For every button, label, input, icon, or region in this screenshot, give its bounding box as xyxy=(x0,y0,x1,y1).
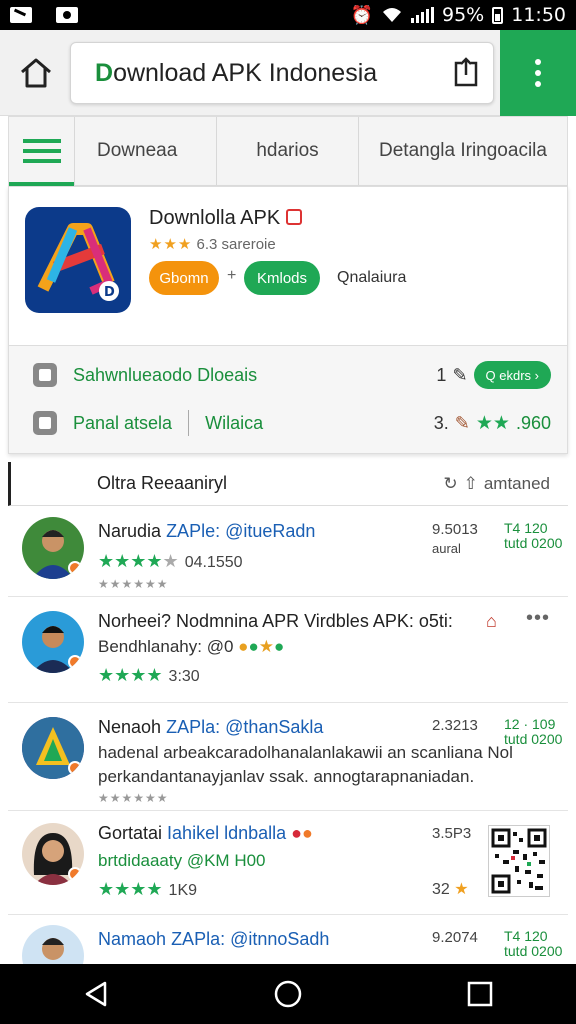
status-bar: ⏰ 95% 11:50 xyxy=(0,0,576,30)
review-handle: Bendhlanahy: @0 ●●★● xyxy=(98,637,285,656)
review-date: 9.2074 xyxy=(432,929,478,946)
avatar xyxy=(22,517,84,579)
sort-button[interactable]: ↻ ⇧ amtaned xyxy=(443,474,550,494)
info-count: 3. xyxy=(433,412,449,433)
address-bar[interactable]: Download APK Indonesia xyxy=(70,42,494,104)
system-navigation-bar xyxy=(0,964,576,1024)
app-card: D Downlolla APK ★★★ 6.3 sareroie Gbomn +… xyxy=(8,186,568,454)
home-icon[interactable] xyxy=(18,56,54,90)
info-row: Sahwnlueaodo Dloeais 1 ✎ Q ekdrs › xyxy=(33,357,551,393)
info-sublabel[interactable]: Wilaica xyxy=(205,413,263,434)
info-count: 1 xyxy=(436,364,447,385)
url-text: Download APK Indonesia xyxy=(95,58,378,87)
verified-badge-icon xyxy=(286,209,303,225)
tab-menu[interactable] xyxy=(9,117,75,186)
svg-text:D: D xyxy=(104,285,115,300)
reviews-header: Oltra Reeaaniryl ↻ ⇧ amtaned xyxy=(8,462,568,506)
share-icon[interactable] xyxy=(453,57,479,87)
review-stars-small: ★★★★★★ xyxy=(98,577,169,591)
review-stars-small: ★★★★★★ xyxy=(98,791,169,805)
review-badge: T4 120 tutd 0200 xyxy=(504,520,563,552)
avatar xyxy=(22,925,84,964)
review-count: 32 ★ xyxy=(432,881,469,898)
refresh-icon: ↻ xyxy=(443,473,458,493)
avatar xyxy=(22,611,84,673)
review-item[interactable]: Narudia ZAPle: @itueRadn ★★★★★ 04.1550 ★★… xyxy=(8,507,568,597)
battery-icon xyxy=(492,6,504,24)
app-extra-label: Qnalaiura xyxy=(337,269,407,286)
review-stars: ★★★★★ 04.1550 xyxy=(98,551,243,571)
review-author: Gortatai Iahikel ldnballa ●● xyxy=(98,823,313,843)
app-rating: ★★★ 6.3 sareroie xyxy=(149,236,276,253)
gift-icon[interactable]: ⌂ xyxy=(486,611,497,632)
back-icon[interactable] xyxy=(81,979,111,1009)
review-text: hadenal arbeakcaradolhanalanlakawii an s… xyxy=(98,743,513,762)
plus-sign: + xyxy=(227,267,237,284)
download-button[interactable]: Kmlods xyxy=(244,261,320,295)
app-title: Downlolla APK xyxy=(149,207,303,230)
review-text: perkandantanayjanlav ssak. annogtarapnan… xyxy=(98,767,475,786)
review-badge: 12 · 109 tutd 0200 xyxy=(504,716,563,748)
alarm-icon: ⏰ xyxy=(350,4,373,26)
signal-icon xyxy=(411,7,434,23)
review-author: Norheei? Nodmnina APR Virdbles APK: o5ti… xyxy=(98,611,453,631)
browser-toolbar: Download APK Indonesia xyxy=(0,30,576,116)
review-item[interactable]: Nenaoh ZAPla: @thanSakla hadenal arbeakc… xyxy=(8,703,568,811)
qr-code-icon[interactable] xyxy=(488,825,550,897)
home-circle-icon[interactable] xyxy=(273,979,303,1009)
clock: 11:50 xyxy=(511,4,566,26)
review-author: Namaoh ZAPla: @itnnoSadh xyxy=(98,929,330,949)
tab-downloads[interactable]: Downeaa xyxy=(75,117,217,185)
action-button-primary[interactable]: Gbomn xyxy=(149,261,219,295)
image-icon xyxy=(56,7,78,23)
app-logo-icon[interactable]: D xyxy=(25,207,131,313)
review-stars: ★★★★ 1K9 xyxy=(98,879,198,899)
info-label[interactable]: Sahwnlueaodo Dloeais xyxy=(73,365,257,386)
info-action-button[interactable]: Q ekdrs › xyxy=(473,361,551,389)
menu-icon xyxy=(22,139,61,163)
review-stars: ★★★★ 3:30 xyxy=(98,665,200,685)
info-label[interactable]: Panal atsela xyxy=(73,413,172,434)
pin-icon: ✎ xyxy=(454,412,470,433)
avatar xyxy=(22,717,84,779)
review-badge: T4 120 tutd 0200 xyxy=(504,928,563,960)
tab-bar: Downeaa hdarios Detangla Iringoacila xyxy=(8,116,568,186)
avatar xyxy=(22,823,84,885)
reviews-title: Oltra Reeaaniryl xyxy=(97,473,228,493)
notification-icon xyxy=(10,7,32,23)
tab-categories[interactable]: hdarios xyxy=(217,117,359,185)
rating-stars-icon: ★★ xyxy=(475,412,510,434)
battery-percent: 95% xyxy=(442,4,485,26)
separator xyxy=(188,410,190,436)
package-icon xyxy=(33,363,57,387)
review-date: 2.3213 xyxy=(432,717,478,734)
wifi-icon xyxy=(383,8,401,22)
review-text: brtdidaaaty @KM H00 xyxy=(98,851,266,870)
review-item[interactable]: Norheei? Nodmnina APR Virdbles APK: o5ti… xyxy=(8,597,568,703)
edit-icon: ✎ xyxy=(452,364,468,385)
review-item[interactable]: Gortatai Iahikel ldnballa ●● brtdidaaaty… xyxy=(8,811,568,915)
review-sub: aural xyxy=(432,541,461,556)
review-date: 3.5P3 xyxy=(432,825,472,842)
overflow-menu-button[interactable] xyxy=(500,30,576,116)
info-row: Panal atsela Wilaica 3. ✎ ★★ .960 xyxy=(33,405,551,441)
review-date: 9.5013 xyxy=(432,521,478,538)
recents-icon[interactable] xyxy=(465,979,495,1009)
review-item[interactable]: Namaoh ZAPla: @itnnoSadh 9.2074 T4 120 tu… xyxy=(8,915,568,964)
info-score: .960 xyxy=(515,412,551,433)
more-options-icon[interactable]: ••• xyxy=(526,607,550,630)
arrow-up-icon: ⇧ xyxy=(463,473,478,493)
review-author: Narudia ZAPle: @itueRadn xyxy=(98,521,316,541)
review-author: Nenaoh ZAPla: @thanSakla xyxy=(98,717,324,737)
panel-icon xyxy=(33,411,57,435)
tab-details[interactable]: Detangla Iringoacila xyxy=(359,117,567,185)
